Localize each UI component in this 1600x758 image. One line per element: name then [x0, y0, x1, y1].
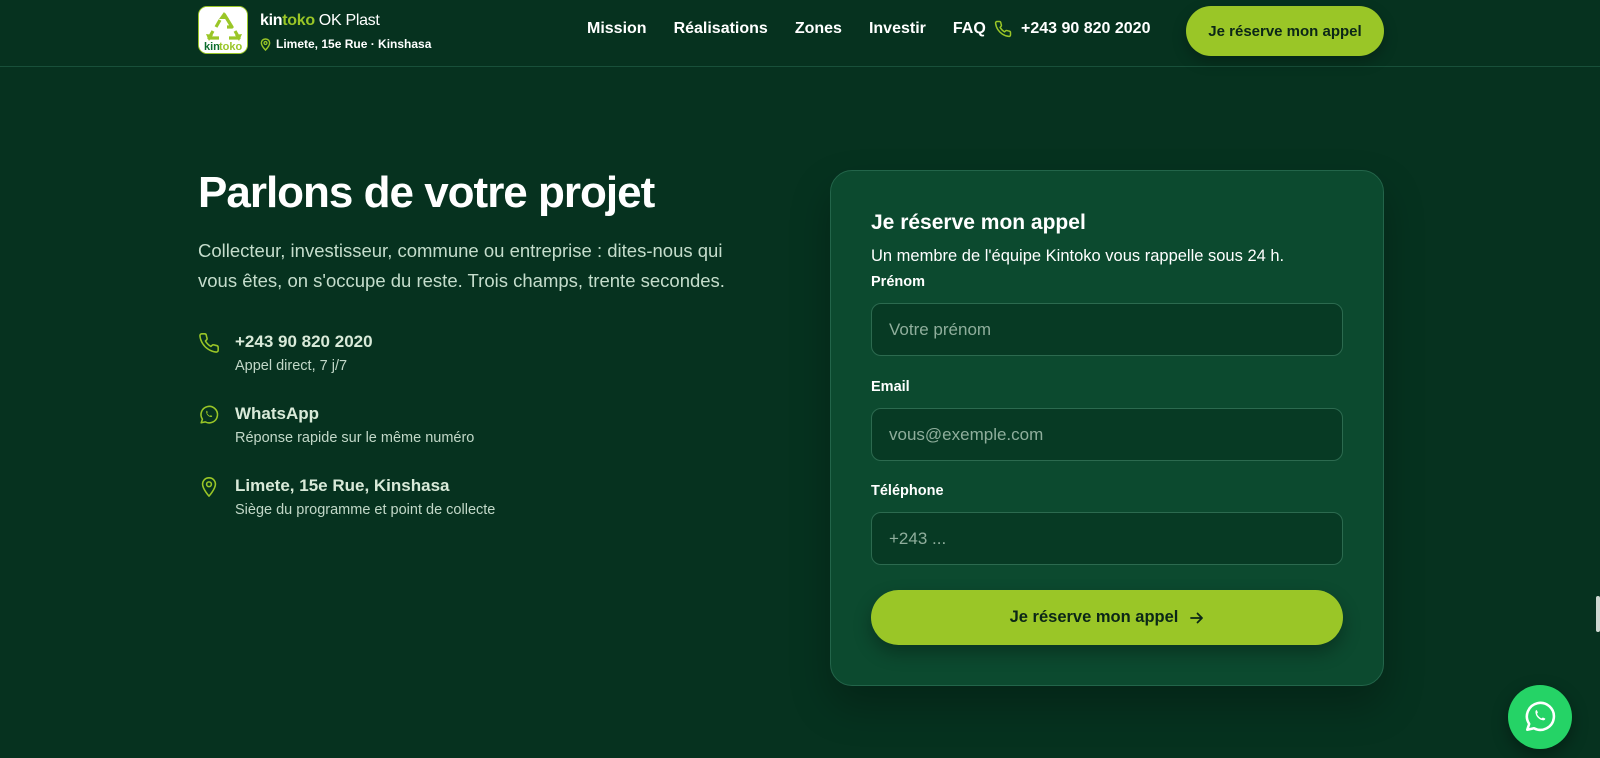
contact-phone-subtitle: Appel direct, 7 j/7: [235, 358, 348, 374]
phone-icon: [199, 333, 219, 353]
first-name-input[interactable]: [871, 303, 1343, 356]
recycle-logo-icon: kin toko: [199, 7, 247, 53]
map-pin-icon: [201, 477, 217, 497]
nav-phone-link[interactable]: +243 90 820 2020: [994, 20, 1150, 38]
nav-item-realisations[interactable]: Réalisations: [674, 20, 768, 38]
site-header: kin toko kintoko OK Plast Limete, 15e Rue…: [0, 0, 1600, 67]
brand-logo[interactable]: kin toko: [198, 6, 248, 54]
contact-whatsapp-subtitle: Réponse rapide sur le même numéro: [235, 430, 475, 446]
brand-name[interactable]: kintoko OK Plast: [260, 12, 380, 30]
brand-name-suffix: OK Plast: [318, 12, 380, 29]
arrow-right-icon: [1190, 612, 1204, 623]
page: kin toko kintoko OK Plast Limete, 15e Rue…: [0, 0, 1600, 758]
phone-input[interactable]: [871, 512, 1343, 565]
nav-phone-number: +243 90 820 2020: [1021, 20, 1151, 37]
brand-location: Limete, 15e Rue · Kinshasa: [260, 37, 431, 51]
phone-label: Téléphone: [871, 483, 944, 499]
first-name-label: Prénom: [871, 274, 925, 290]
intro-text: Collecteur, investisseur, commune ou ent…: [198, 240, 725, 291]
callback-form-card: Je réserve mon appel Un membre de l'équi…: [830, 170, 1384, 686]
map-pin-icon: [260, 37, 271, 51]
brand-name-toko: toko: [282, 12, 315, 29]
contact-address-subtitle: Siège du programme et point de collecte: [235, 502, 496, 518]
header-cta-button[interactable]: Je réserve mon appel: [1186, 6, 1384, 56]
nav-item-mission[interactable]: Mission: [587, 20, 647, 38]
svg-text:kin: kin: [204, 41, 220, 53]
form-subtitle: Un membre de l'équipe Kintoko vous rappe…: [871, 247, 1285, 265]
contact-address-title: Limete, 15e Rue, Kinshasa: [235, 476, 450, 495]
whatsapp-icon: [1525, 701, 1556, 732]
nav-item-zones[interactable]: Zones: [795, 20, 842, 38]
phone-icon: [994, 20, 1012, 38]
whatsapp-icon: [200, 405, 219, 424]
nav-item-investir[interactable]: Investir: [869, 20, 926, 38]
submit-button-label: Je réserve mon appel: [1009, 608, 1179, 626]
submit-button[interactable]: Je réserve mon appel: [871, 590, 1343, 645]
contact-whatsapp-title: WhatsApp: [235, 404, 320, 423]
svg-text:toko: toko: [219, 41, 243, 53]
brand-location-text: Limete, 15e Rue · Kinshasa: [276, 37, 432, 51]
whatsapp-float-button[interactable]: [1508, 685, 1572, 749]
page-title: Parlons de votre projet: [198, 168, 655, 217]
contact-phone-title: +243 90 820 2020: [235, 332, 373, 351]
main-nav: Mission Réalisations Zones Investir FAQ: [587, 20, 1013, 38]
email-label: Email: [871, 379, 910, 395]
email-input[interactable]: [871, 408, 1343, 461]
scrollbar-thumb[interactable]: [1596, 596, 1600, 632]
form-title: Je réserve mon appel: [871, 211, 1086, 234]
nav-item-faq[interactable]: FAQ: [953, 20, 986, 38]
brand-name-kin: kin: [260, 12, 283, 29]
